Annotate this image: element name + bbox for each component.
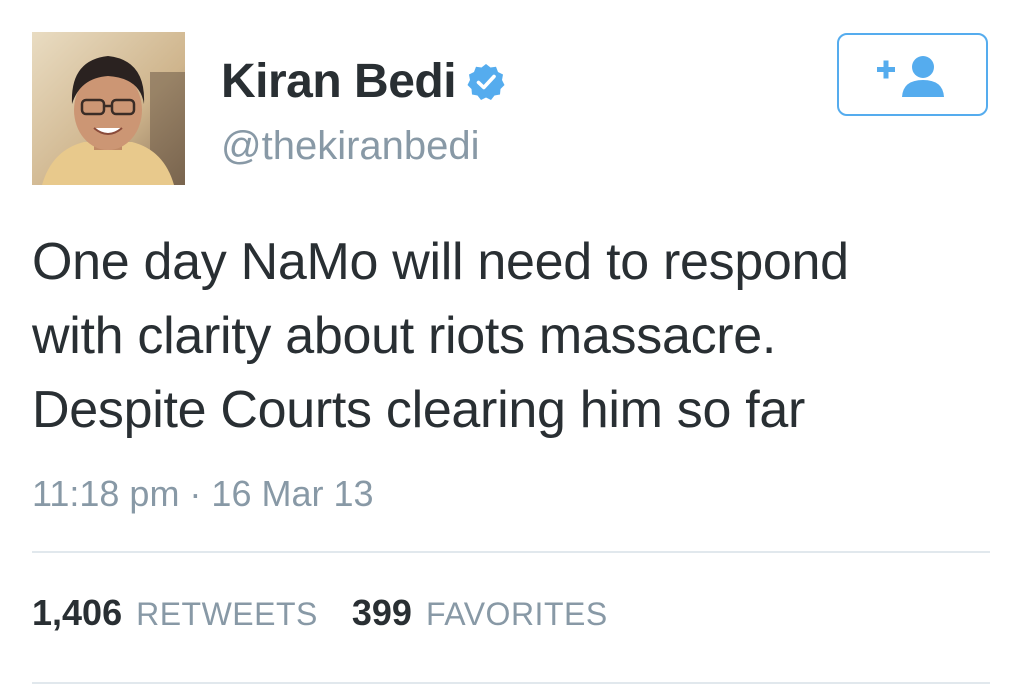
author-display-name[interactable]: Kiran Bedi xyxy=(221,52,457,112)
retweets-stat[interactable]: 1,406 RETWEETS xyxy=(32,592,318,634)
divider xyxy=(32,682,990,684)
verified-badge-icon xyxy=(466,62,506,102)
author-handle[interactable]: @thekiranbedi xyxy=(221,118,480,174)
retweets-count: 1,406 xyxy=(32,592,123,633)
avatar-image xyxy=(32,32,185,185)
tweet-text-line: with clarity about riots massacre. xyxy=(32,307,777,365)
tweet-text-line: One day NaMo will need to respond xyxy=(32,233,849,291)
tweet-stats: 1,406 RETWEETS 399 FAVORITES xyxy=(32,592,642,634)
tweet-timestamp[interactable]: 11:18 pm · 16 Mar 13 xyxy=(32,470,374,518)
tweet-card: Kiran Bedi @thekiranbedi One day NaMo wi… xyxy=(0,0,1024,691)
retweets-label: RETWEETS xyxy=(136,596,318,632)
profile-avatar[interactable] xyxy=(32,32,185,185)
author-name-row: Kiran Bedi xyxy=(221,52,506,112)
tweet-text-line: Despite Courts clearing him so far xyxy=(32,381,805,439)
favorites-stat[interactable]: 399 FAVORITES xyxy=(352,592,608,634)
follow-person-add-icon xyxy=(876,55,944,97)
divider xyxy=(32,551,990,553)
favorites-label: FAVORITES xyxy=(425,596,608,632)
follow-button[interactable] xyxy=(837,33,988,116)
tweet-text: One day NaMo will need to respond with c… xyxy=(32,225,992,447)
favorites-count: 399 xyxy=(351,592,412,633)
